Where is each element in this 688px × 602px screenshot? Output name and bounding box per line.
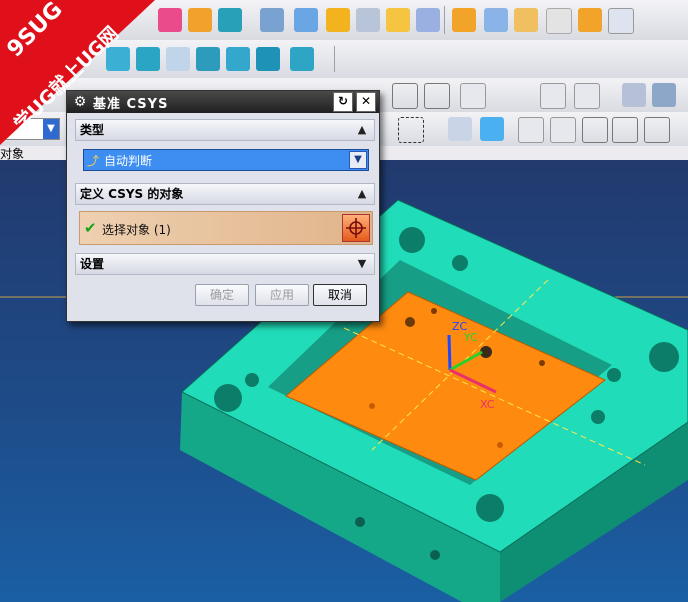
dialog-title-bar[interactable]: ⚙ 基准 CSYS ↻ ✕ bbox=[67, 91, 379, 113]
rotate-icon[interactable] bbox=[550, 117, 576, 143]
surface-icon[interactable] bbox=[326, 8, 350, 32]
revolve-icon[interactable] bbox=[294, 8, 318, 32]
feature-icon[interactable] bbox=[158, 8, 182, 32]
line-icon[interactable] bbox=[392, 83, 418, 109]
cancel-button[interactable]: 取消 bbox=[313, 284, 367, 306]
pad-icon[interactable] bbox=[196, 47, 220, 71]
select-object-row[interactable]: ✔ 选择对象 (1) bbox=[79, 211, 373, 245]
corner-hole bbox=[649, 342, 679, 372]
datum-csys-dialog: ⚙ 基准 CSYS ↻ ✕ 类型 ▲ ⤴ 自动判断 ▼ 定义 CSYS 的对象 … bbox=[66, 90, 380, 322]
offset-curve-icon[interactable] bbox=[540, 83, 566, 109]
wireframe-view-icon[interactable] bbox=[484, 8, 508, 32]
studio-icon[interactable] bbox=[546, 8, 572, 34]
rectangle-select-icon[interactable] bbox=[398, 117, 424, 143]
checkmark-icon: ✔ bbox=[84, 219, 97, 237]
chevron-down-icon[interactable]: ▼ bbox=[349, 151, 367, 169]
cylinder-icon[interactable] bbox=[386, 8, 410, 32]
corner-hole bbox=[214, 384, 242, 412]
face-analysis-icon[interactable] bbox=[514, 8, 538, 32]
crosshair-select-icon[interactable] bbox=[342, 214, 370, 242]
dialog-title: 基准 CSYS bbox=[93, 96, 169, 112]
type-section-header[interactable]: 类型 ▲ bbox=[75, 119, 375, 141]
settings-section-header[interactable]: 设置 ▼ bbox=[75, 253, 375, 275]
type-dropdown-value: 自动判断 bbox=[104, 154, 153, 168]
view-fit-icon[interactable] bbox=[448, 117, 472, 141]
chevron-up-icon[interactable]: ▲ bbox=[354, 184, 370, 204]
curve-icon[interactable] bbox=[582, 117, 608, 143]
component-icon[interactable] bbox=[652, 83, 676, 107]
chevron-down-icon[interactable]: ▼ bbox=[354, 254, 370, 274]
yc-label: YC bbox=[463, 331, 478, 344]
model-view-icon[interactable] bbox=[480, 117, 504, 141]
assembly-icon[interactable] bbox=[622, 83, 646, 107]
chevron-up-icon[interactable]: ▲ bbox=[354, 120, 370, 140]
corner-hole bbox=[476, 494, 504, 522]
extrude-icon[interactable] bbox=[260, 8, 284, 32]
thread-icon[interactable] bbox=[290, 47, 314, 71]
point-icon[interactable] bbox=[460, 83, 486, 109]
select-object-label: 选择对象 (1) bbox=[102, 223, 171, 237]
project-curve-icon[interactable] bbox=[574, 83, 600, 109]
objects-section-header[interactable]: 定义 CSYS 的对象 ▲ bbox=[75, 183, 375, 205]
corner-hole bbox=[399, 227, 425, 253]
cone-icon[interactable] bbox=[416, 8, 440, 32]
orient-view-icon[interactable] bbox=[608, 8, 634, 34]
close-icon[interactable]: ✕ bbox=[356, 92, 376, 112]
slot-icon[interactable] bbox=[226, 47, 250, 71]
pocket-icon[interactable] bbox=[166, 47, 190, 71]
auto-infer-icon: ⤴ bbox=[87, 154, 100, 168]
type-section-label: 类型 bbox=[80, 123, 105, 137]
move-icon[interactable] bbox=[518, 117, 544, 143]
settings-section-label: 设置 bbox=[80, 257, 105, 271]
datum-icon[interactable] bbox=[188, 8, 212, 32]
edge-display-icon[interactable] bbox=[578, 8, 602, 32]
block-icon[interactable] bbox=[356, 8, 380, 32]
shaded-view-icon[interactable] bbox=[452, 8, 476, 32]
spline-icon[interactable] bbox=[612, 117, 638, 143]
objects-section-label: 定义 CSYS 的对象 bbox=[80, 187, 184, 201]
type-dropdown[interactable]: ⤴ 自动判断 ▼ bbox=[83, 149, 369, 171]
apply-button[interactable]: 应用 bbox=[255, 284, 309, 306]
xc-label: XC bbox=[480, 398, 495, 411]
arc-icon[interactable] bbox=[424, 83, 450, 109]
sketch-icon[interactable] bbox=[218, 8, 242, 32]
gear-icon[interactable]: ⚙ bbox=[71, 93, 89, 111]
fillet-icon[interactable] bbox=[644, 117, 670, 143]
zc-axis bbox=[447, 334, 452, 371]
ok-button[interactable]: 确定 bbox=[195, 284, 249, 306]
groove-icon[interactable] bbox=[256, 47, 280, 71]
reset-icon[interactable]: ↻ bbox=[333, 92, 353, 112]
